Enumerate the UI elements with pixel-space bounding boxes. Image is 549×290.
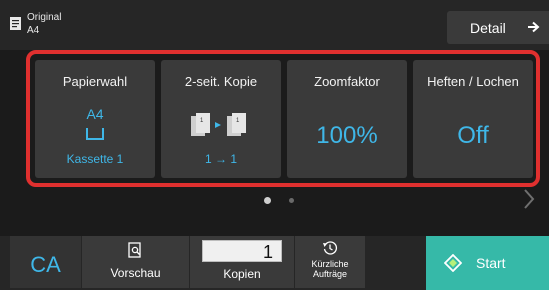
start-button[interactable]: Start xyxy=(426,236,549,290)
recent-jobs-label: Kürzliche Aufträge xyxy=(311,259,349,279)
original-document-icon xyxy=(10,17,21,30)
copies-value: 1 xyxy=(262,242,273,262)
copies-control: 1 Kopien xyxy=(190,236,294,288)
paper-tray-label: Kassette 1 xyxy=(66,152,124,166)
start-diamond-icon xyxy=(444,254,462,272)
zoom-title: Zoomfaktor xyxy=(314,74,380,89)
preview-label: Vorschau xyxy=(110,266,161,280)
paper-tray-icon xyxy=(86,128,104,140)
copies-label: Kopien xyxy=(223,267,261,281)
paper-select-title: Papierwahl xyxy=(62,74,128,89)
start-label: Start xyxy=(476,255,506,271)
detail-label: Detail xyxy=(470,20,506,36)
copies-input[interactable]: 1 xyxy=(202,240,282,262)
preview-button[interactable]: Vorschau xyxy=(82,236,189,288)
detail-button[interactable]: Detail xyxy=(447,11,549,44)
staple-punch-value: Off xyxy=(457,122,489,149)
zoom-tile[interactable]: Zoomfaktor 100% xyxy=(287,60,407,178)
history-clock-icon xyxy=(323,241,338,255)
top-bar: Original A4 Detail xyxy=(0,0,549,50)
original-size: A4 xyxy=(27,25,40,36)
duplex-copy-title: 2-seit. Kopie xyxy=(184,74,258,89)
original-label: Original xyxy=(27,12,62,23)
page-dot-active[interactable] xyxy=(264,197,271,204)
zoom-value: 100% xyxy=(316,122,378,149)
paper-size-value: A4 xyxy=(86,106,104,122)
duplex-mode-label: 1 → 1 xyxy=(204,152,237,166)
staple-punch-tile[interactable]: Heften / Lochen Off xyxy=(413,60,533,178)
page-dot[interactable] xyxy=(289,198,294,203)
chevron-right-icon[interactable] xyxy=(522,188,536,210)
recent-jobs-button[interactable]: Kürzliche Aufträge xyxy=(295,236,365,288)
duplex-pages-icon: 1 1 xyxy=(191,113,246,136)
duplex-copy-tile[interactable]: 2-seit. Kopie 1 1 1 → 1 xyxy=(161,60,281,178)
clear-all-label: CA xyxy=(30,252,61,277)
staple-punch-title: Heften / Lochen xyxy=(427,74,519,89)
page-indicator xyxy=(0,197,549,205)
clear-all-button[interactable]: CA xyxy=(10,236,81,288)
paper-select-tile[interactable]: Papierwahl A4 Kassette 1 xyxy=(35,60,155,178)
arrow-right-icon xyxy=(528,21,540,33)
preview-icon xyxy=(128,242,141,258)
